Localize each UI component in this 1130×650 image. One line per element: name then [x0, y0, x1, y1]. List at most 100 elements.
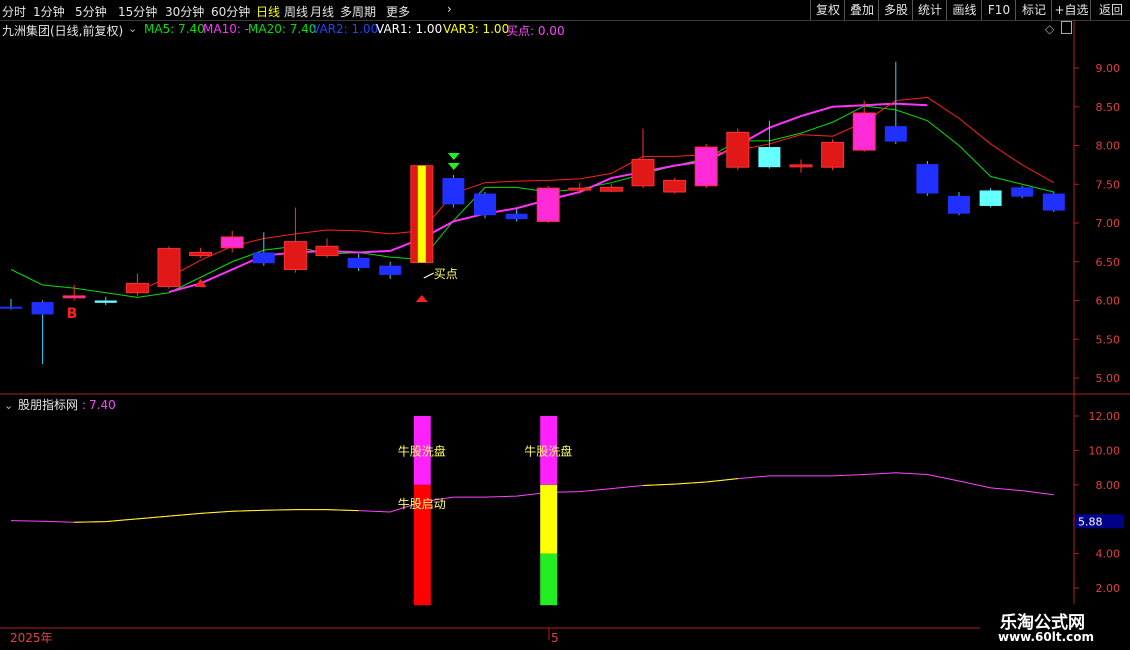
- buy-point-label: 买点: [434, 267, 458, 281]
- candle-body: [536, 187, 560, 222]
- candle[interactable]: [948, 192, 970, 216]
- watermark-url: www.60lt.com: [998, 630, 1095, 644]
- signal-bar[interactable]: 牛股洗盘: [524, 416, 572, 606]
- candle-body: [1042, 193, 1065, 211]
- candle-body: [663, 179, 687, 193]
- candle-body: [347, 257, 370, 268]
- candle-body: [948, 195, 970, 214]
- candle-body: [220, 236, 244, 249]
- candle[interactable]: [315, 238, 339, 258]
- up-triangle-icon: [415, 295, 428, 302]
- price-tick-label: 8.00: [1096, 140, 1121, 153]
- candle-body: [505, 213, 528, 220]
- candle-body: [62, 295, 86, 299]
- current-value-marker-text: 5.88: [1078, 515, 1103, 528]
- candle[interactable]: [631, 128, 655, 189]
- candle-body: [157, 248, 181, 288]
- candle-body: [821, 141, 845, 168]
- candle[interactable]: [94, 296, 117, 306]
- month-label: 5: [551, 631, 559, 645]
- candle[interactable]: [568, 182, 592, 194]
- down-triangle-icon: [447, 153, 460, 160]
- candle[interactable]: [1011, 185, 1034, 199]
- signal-bar-top-label: 牛股洗盘: [398, 443, 446, 458]
- candle-body: [789, 164, 813, 168]
- candle-body: [189, 251, 213, 257]
- candle[interactable]: [157, 246, 181, 289]
- candle-body: [599, 186, 623, 192]
- candle[interactable]: [916, 161, 939, 196]
- candle-body: [884, 126, 907, 142]
- sub-tick-label: 2.00: [1096, 582, 1121, 595]
- candle-body: [252, 252, 275, 264]
- signal-b-label: B: [67, 306, 78, 322]
- price-tick-label: 5.00: [1096, 372, 1121, 385]
- watermark: 乐淘公式网 www.60lt.com: [980, 604, 1130, 650]
- price-tick-label: 8.50: [1096, 101, 1121, 114]
- indicator-line-highlight: [74, 509, 359, 523]
- sub-tick-label: 4.00: [1096, 548, 1121, 561]
- candle[interactable]: [694, 143, 718, 189]
- price-tick-label: 6.00: [1096, 295, 1121, 308]
- candle[interactable]: [0, 298, 22, 310]
- price-tick-label: 7.00: [1096, 217, 1121, 230]
- signal-bar-top-label: 牛股洗盘: [524, 443, 572, 458]
- candle-body: [442, 178, 465, 205]
- candle[interactable]: [283, 207, 307, 273]
- candle-body: [125, 282, 149, 294]
- signal-bar-segment: [540, 553, 558, 606]
- candle-body: [315, 245, 339, 257]
- candle-body: [979, 190, 1002, 206]
- price-tick-label: 5.50: [1096, 333, 1121, 346]
- signal-bar-bottom-label: 牛股启动: [398, 496, 446, 511]
- candle[interactable]: [758, 120, 781, 169]
- candle[interactable]: [599, 184, 623, 192]
- candle[interactable]: [379, 261, 402, 279]
- sub-chart-value: 7.40: [89, 398, 116, 412]
- candle-body: [726, 131, 750, 168]
- candle[interactable]: [347, 254, 370, 272]
- signal-bar[interactable]: 牛股洗盘牛股启动: [398, 416, 446, 606]
- candle-highlight: [417, 165, 426, 263]
- chart-canvas[interactable]: 9.00 8.50 8.00 7.50 7.00 6.50 6.00 5.50 5.00 12.0…: [0, 0, 1130, 650]
- indicator-line: [10, 472, 1054, 523]
- sub-tick-label: 10.00: [1089, 444, 1121, 457]
- up-triangle-icon: [194, 279, 207, 287]
- candle-body: [852, 112, 876, 151]
- candle-body: [379, 265, 402, 275]
- candle[interactable]: [789, 159, 813, 173]
- sub-chart-title: 股朋指标网: [18, 397, 78, 412]
- ma-line-MA20: [137, 96, 1055, 292]
- candle-body: [0, 306, 22, 309]
- candle[interactable]: [125, 273, 149, 296]
- price-tick-label: 7.50: [1096, 178, 1121, 191]
- candle[interactable]: [726, 128, 750, 171]
- candle[interactable]: [505, 209, 528, 222]
- candle-body: [694, 146, 718, 187]
- candle[interactable]: [821, 139, 845, 171]
- candle-body: [916, 164, 939, 194]
- down-triangle-icon: [447, 163, 460, 170]
- candle[interactable]: [1042, 192, 1065, 213]
- price-tick-label: 6.50: [1096, 256, 1121, 269]
- candle[interactable]: [663, 178, 687, 194]
- candle-body: [631, 158, 655, 187]
- candle-body: [474, 193, 496, 216]
- sub-panel-dropdown-icon[interactable]: ⌄: [4, 399, 13, 412]
- candle[interactable]: [979, 188, 1002, 208]
- candle[interactable]: [410, 165, 434, 264]
- year-label: 2025年: [10, 631, 53, 645]
- signal-bar-segment: [540, 484, 558, 554]
- candle[interactable]: [884, 61, 907, 144]
- candle[interactable]: [536, 185, 560, 223]
- sub-tick-label: 8.00: [1096, 479, 1121, 492]
- price-tick-label: 9.00: [1096, 62, 1121, 75]
- candle-body: [758, 147, 781, 168]
- candle-body: [94, 300, 117, 303]
- candle[interactable]: [474, 192, 496, 219]
- candle[interactable]: [852, 100, 876, 152]
- buy-point-pointer: [423, 272, 435, 279]
- indicator-line-highlight: [642, 478, 738, 486]
- candle[interactable]: [442, 174, 465, 208]
- candle[interactable]: [31, 300, 54, 365]
